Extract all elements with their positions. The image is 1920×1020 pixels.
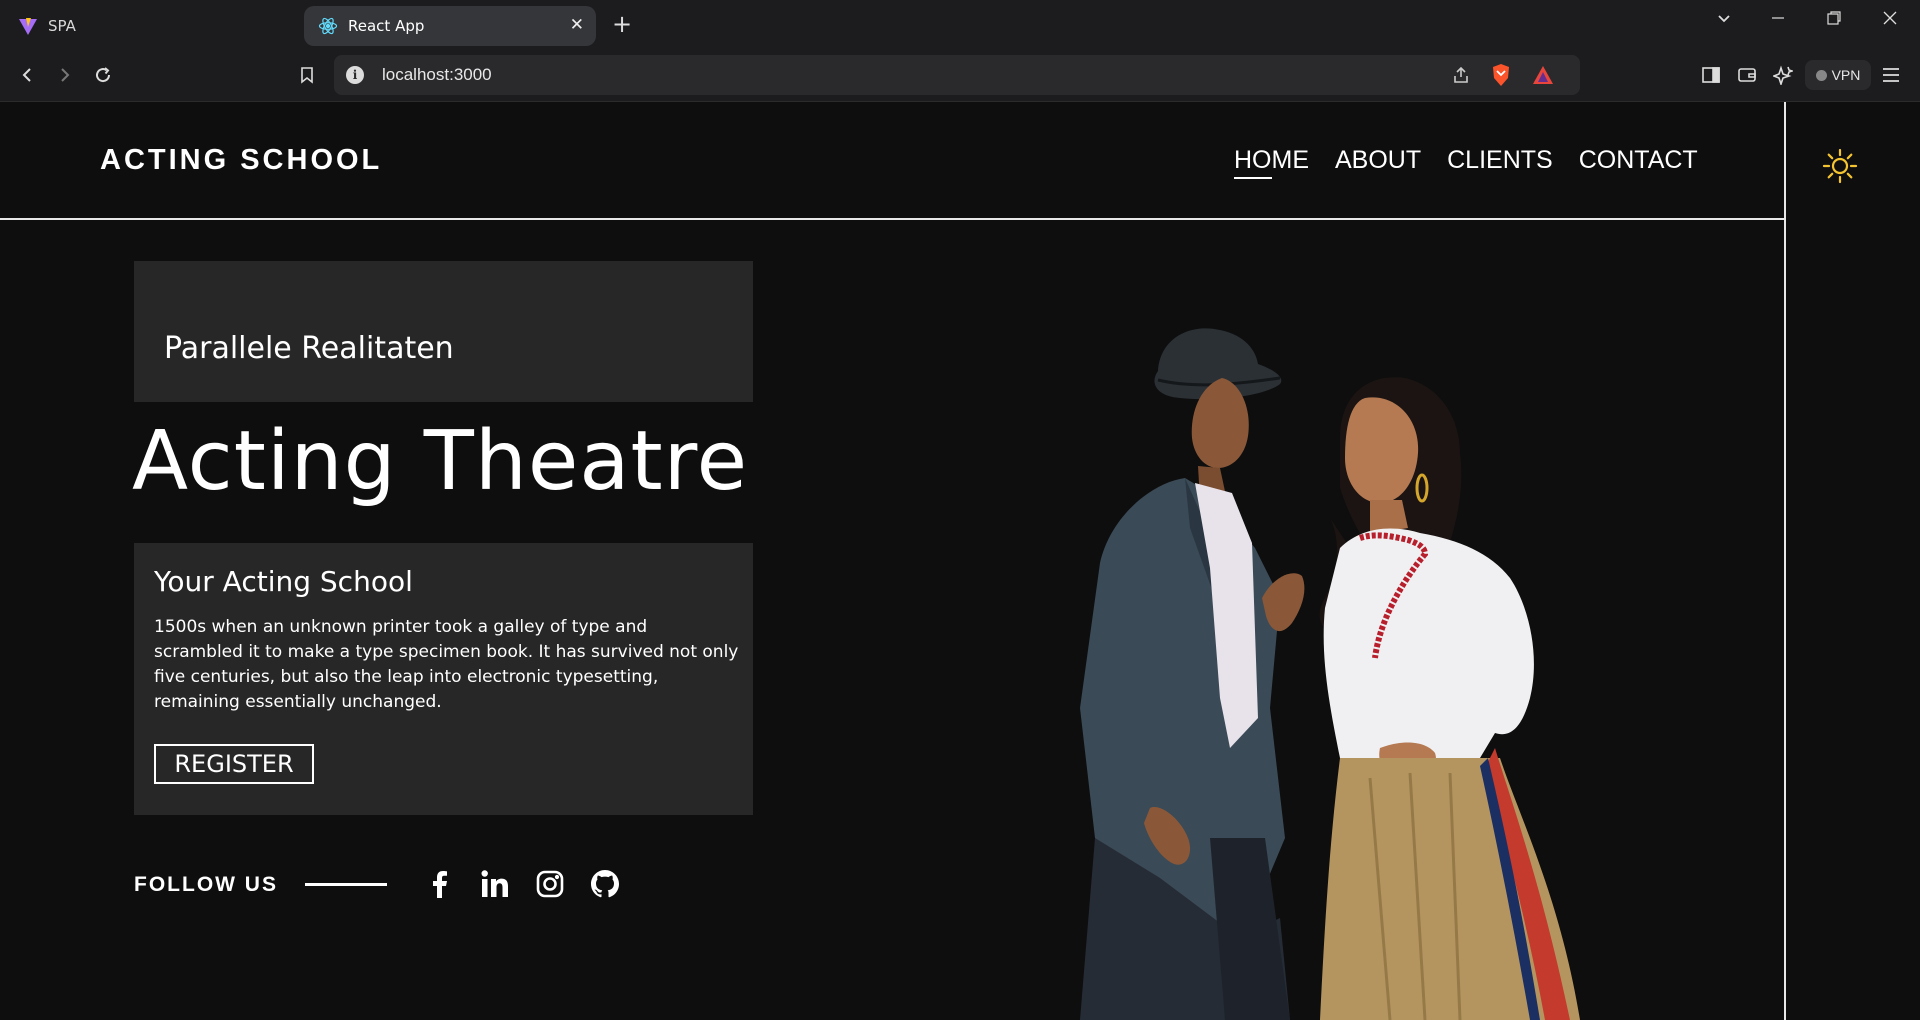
vertical-divider bbox=[1784, 102, 1786, 1020]
site-info-icon[interactable]: i bbox=[346, 66, 364, 84]
browser-toolbar: i localhost:3000 VPN bbox=[0, 50, 1920, 102]
site-header: ACTING SCHOOL HOME ABOUT CLIENTS CONTACT bbox=[0, 102, 1784, 220]
register-button[interactable]: REGISTER bbox=[154, 744, 314, 784]
linkedin-icon[interactable] bbox=[479, 868, 511, 900]
leo-ai-icon[interactable] bbox=[1768, 60, 1798, 90]
bookmark-icon[interactable] bbox=[292, 60, 322, 90]
subtitle-card: Parallele Realitaten bbox=[134, 261, 753, 402]
brave-shields-icon[interactable] bbox=[1486, 60, 1516, 90]
github-icon[interactable] bbox=[589, 868, 621, 900]
man-figure bbox=[1080, 328, 1305, 1020]
address-bar[interactable]: i localhost:3000 bbox=[334, 55, 1580, 95]
card-text: 1500s when an unknown printer took a gal… bbox=[154, 617, 739, 712]
facebook-icon[interactable] bbox=[424, 868, 456, 900]
close-window-icon[interactable] bbox=[1882, 10, 1898, 31]
restore-icon[interactable] bbox=[1826, 10, 1842, 31]
hero-image bbox=[1040, 278, 1700, 1020]
vpn-button[interactable]: VPN bbox=[1805, 60, 1871, 90]
sun-icon[interactable] bbox=[1822, 148, 1858, 184]
nav-about[interactable]: ABOUT bbox=[1335, 146, 1421, 175]
menu-icon[interactable] bbox=[1876, 60, 1906, 90]
reload-icon[interactable] bbox=[88, 60, 118, 90]
nav-contact[interactable]: CONTACT bbox=[1579, 146, 1698, 175]
nav-clients[interactable]: CLIENTS bbox=[1447, 146, 1553, 175]
instagram-icon[interactable] bbox=[534, 868, 566, 900]
share-icon[interactable] bbox=[1446, 60, 1476, 90]
follow-divider bbox=[305, 883, 387, 886]
page: ACTING SCHOOL HOME ABOUT CLIENTS CONTACT… bbox=[0, 102, 1920, 1020]
browser-tab-bar: SPA React App ✕ + bbox=[0, 0, 1920, 50]
sidebar-icon[interactable] bbox=[1696, 60, 1726, 90]
card-heading: Your Acting School bbox=[154, 565, 413, 598]
follow-us-label: FOLLOW US bbox=[134, 873, 278, 896]
tab-title: React App bbox=[348, 17, 425, 35]
site-logo[interactable]: ACTING SCHOOL bbox=[100, 144, 382, 177]
new-tab-icon[interactable]: + bbox=[612, 10, 632, 38]
minimize-icon[interactable] bbox=[1770, 10, 1786, 31]
vpn-label: VPN bbox=[1831, 67, 1861, 83]
hero-subtitle: Parallele Realitaten bbox=[164, 331, 454, 366]
woman-figure bbox=[1319, 377, 1580, 1020]
tab-spa[interactable]: SPA bbox=[18, 6, 298, 46]
vite-icon bbox=[18, 16, 38, 36]
forward-icon[interactable] bbox=[50, 60, 80, 90]
nav-home[interactable]: HOME bbox=[1234, 146, 1309, 179]
tab-search-icon[interactable] bbox=[1716, 10, 1732, 31]
info-card: Your Acting School 1500s when an unknown… bbox=[134, 543, 753, 815]
brave-rewards-icon[interactable] bbox=[1528, 60, 1558, 90]
close-tab-icon[interactable]: ✕ bbox=[570, 15, 584, 35]
main-nav: HOME ABOUT CLIENTS CONTACT bbox=[1234, 146, 1698, 179]
tab-react-app[interactable]: React App ✕ bbox=[304, 6, 596, 46]
react-icon bbox=[318, 16, 338, 36]
back-icon[interactable] bbox=[12, 60, 42, 90]
vpn-status-icon bbox=[1815, 69, 1827, 81]
wallet-icon[interactable] bbox=[1732, 60, 1762, 90]
hero-title: Acting Theatre bbox=[132, 414, 749, 509]
tab-title: SPA bbox=[48, 17, 76, 35]
url-text: localhost:3000 bbox=[382, 65, 492, 84]
